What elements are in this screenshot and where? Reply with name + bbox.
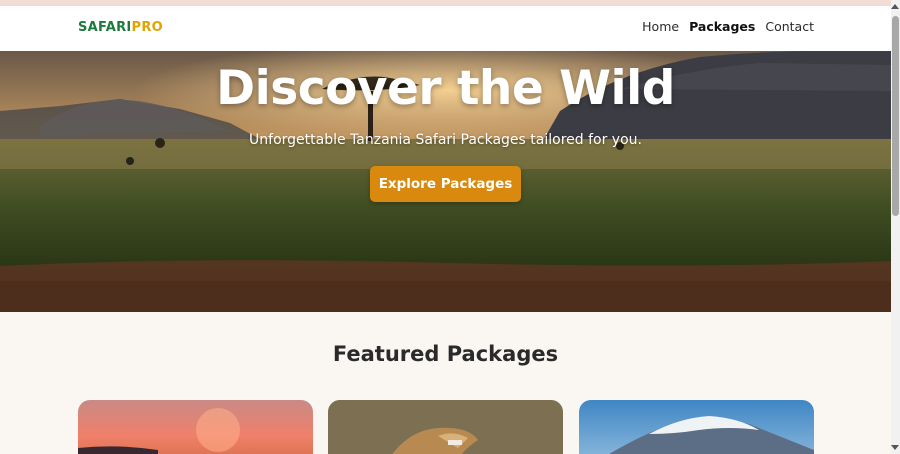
hero-subtitle: Unforgettable Tanzania Safari Packages t…	[249, 132, 642, 148]
navbar: SAFARIPRO Home Packages Contact	[0, 6, 891, 51]
scroll-up-arrow-icon[interactable]	[891, 4, 899, 9]
lion-image	[328, 400, 563, 454]
kilimanjaro-image	[579, 400, 814, 454]
sunset-savanna-image	[78, 400, 313, 454]
nav-contact-link[interactable]: Contact	[765, 19, 814, 34]
hero-title: Discover the Wild	[216, 61, 675, 116]
hero-section: Discover the Wild Unforgettable Tanzania…	[0, 51, 891, 312]
nav-packages-link[interactable]: Packages	[689, 19, 755, 34]
package-card-1[interactable]	[78, 400, 313, 454]
explore-packages-button[interactable]: Explore Packages	[370, 166, 521, 202]
page-scrollbar[interactable]	[891, 0, 900, 454]
featured-packages-title: Featured Packages	[332, 342, 559, 366]
brand-logo-part1: SAFARI	[78, 20, 132, 35]
main-nav: Home Packages Contact	[642, 19, 814, 34]
package-card-3[interactable]	[579, 400, 814, 454]
scroll-down-arrow-icon[interactable]	[891, 445, 899, 450]
nav-home-link[interactable]: Home	[642, 19, 679, 34]
package-card-2[interactable]	[328, 400, 563, 454]
scrollbar-thumb[interactable]	[892, 16, 899, 216]
brand-logo[interactable]: SAFARIPRO	[78, 20, 163, 35]
brand-logo-part2: PRO	[131, 20, 164, 35]
